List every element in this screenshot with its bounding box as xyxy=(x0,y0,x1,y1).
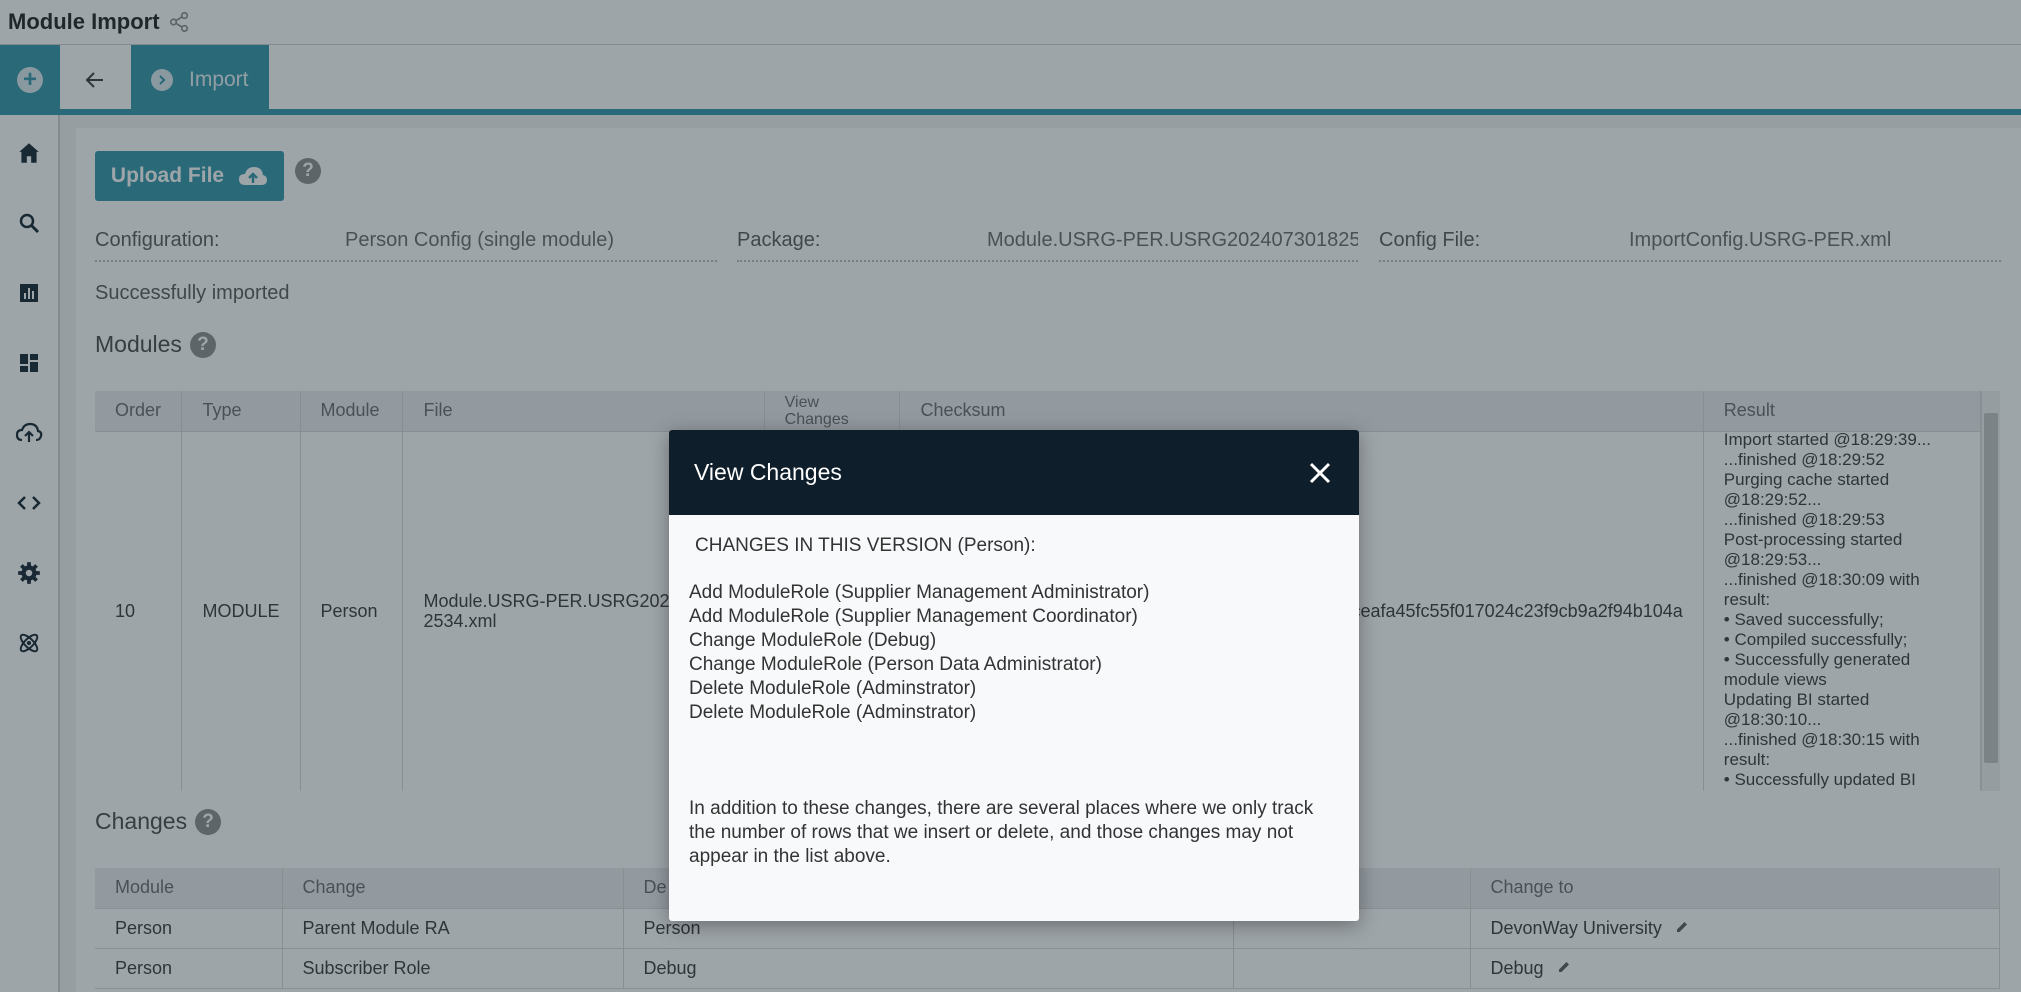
change-line: Delete ModuleRole (Adminstrator) xyxy=(689,678,977,699)
change-line: Delete ModuleRole (Adminstrator) xyxy=(689,702,977,723)
dialog-note: In addition to these changes, there are … xyxy=(689,798,1314,867)
change-line: Add ModuleRole (Supplier Management Coor… xyxy=(689,606,1138,627)
change-line: Change ModuleRole (Person Data Administr… xyxy=(689,654,1102,675)
close-button[interactable] xyxy=(1305,458,1335,488)
dialog-header: View Changes xyxy=(669,430,1359,515)
change-line: Change ModuleRole (Debug) xyxy=(689,630,937,651)
view-changes-dialog: View Changes CHANGES IN THIS VERSION (Pe… xyxy=(669,430,1359,921)
change-line: Add ModuleRole (Supplier Management Admi… xyxy=(689,582,1150,603)
changes-heading-text: CHANGES IN THIS VERSION (Person): xyxy=(695,535,1036,556)
dialog-title: View Changes xyxy=(694,459,842,485)
close-icon xyxy=(1309,462,1331,483)
dialog-body: CHANGES IN THIS VERSION (Person): Add Mo… xyxy=(669,515,1359,869)
